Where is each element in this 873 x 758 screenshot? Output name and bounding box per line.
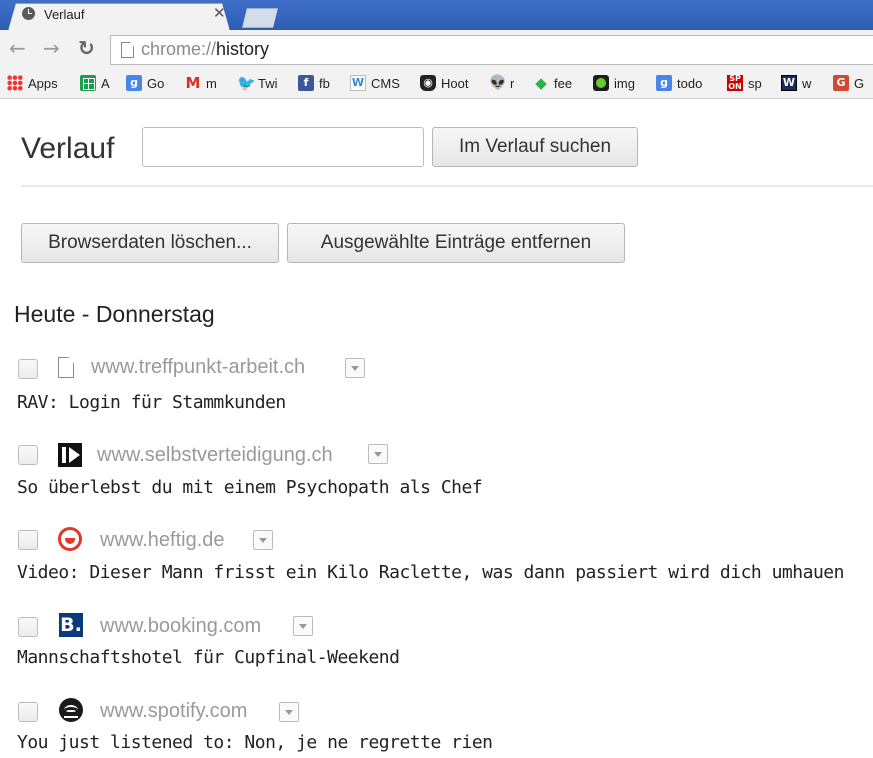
clear-browsing-data-button[interactable]: Browserdaten löschen... — [21, 223, 279, 263]
facebook-icon: f — [298, 75, 314, 91]
bookmark-fb[interactable]: f fb — [298, 74, 330, 92]
bookmark-sp[interactable]: SP ON sp — [727, 74, 762, 92]
entry-title[interactable]: Video: Dieser Mann frisst ein Kilo Racle… — [17, 562, 844, 583]
entry-domain[interactable]: www.treffpunkt-arbeit.ch — [91, 356, 305, 379]
hootsuite-icon: ◉ — [420, 75, 436, 91]
entry-checkbox[interactable] — [18, 617, 38, 637]
reload-icon[interactable]: ↻ — [78, 38, 95, 58]
history-search-input[interactable] — [142, 127, 424, 167]
image-icon — [593, 75, 609, 91]
sheets-icon — [80, 75, 96, 91]
spon-icon: SP ON — [727, 74, 743, 91]
entry-checkbox[interactable] — [18, 702, 38, 722]
heftig-icon — [58, 527, 82, 551]
search-history-button[interactable]: Im Verlauf suchen — [432, 127, 638, 167]
tab-title: Verlauf — [44, 7, 85, 22]
bookmark-img[interactable]: img — [593, 74, 635, 92]
bookmark-hoot[interactable]: ◉ Hoot — [420, 74, 468, 92]
entry-menu-dropdown[interactable] — [368, 444, 388, 464]
entry-menu-dropdown[interactable] — [345, 358, 365, 378]
entry-title[interactable]: You just listened to: Non, je ne regrett… — [17, 732, 493, 753]
bookmark-r[interactable]: 👽 r — [489, 74, 514, 92]
bookmark-m[interactable]: Mm — [185, 74, 217, 92]
new-tab-button[interactable] — [242, 8, 278, 28]
bookmark-fee[interactable]: ◆ fee — [533, 74, 572, 92]
entry-title[interactable]: RAV: Login für Stammkunden — [17, 392, 286, 413]
page-title: Verlauf — [21, 132, 115, 165]
entry-checkbox[interactable] — [18, 530, 38, 550]
entry-menu-dropdown[interactable] — [279, 702, 299, 722]
bookmark-todo[interactable]: g todo — [656, 74, 702, 92]
bookmark-apps[interactable]: Apps — [7, 74, 58, 92]
selbstverteidigung-icon — [58, 443, 82, 467]
entry-menu-dropdown[interactable] — [293, 616, 313, 636]
remove-selected-button[interactable]: Ausgewählte Einträge entfernen — [287, 223, 625, 263]
bookmark-go[interactable]: g Go — [126, 74, 164, 92]
entry-checkbox[interactable] — [18, 359, 38, 379]
google-red-icon: G — [833, 75, 849, 91]
close-tab-icon[interactable]: ✕ — [213, 4, 226, 22]
bookmark-a[interactable]: A — [80, 74, 110, 92]
back-arrow-icon[interactable]: ← — [9, 38, 26, 58]
reddit-icon: 👽 — [489, 75, 507, 91]
entry-title[interactable]: So überlebst du mit einem Psychopath als… — [17, 477, 483, 498]
entry-menu-dropdown[interactable] — [253, 530, 273, 550]
entry-domain[interactable]: www.heftig.de — [100, 529, 225, 552]
twitter-icon: 🐦 — [237, 74, 256, 92]
entry-checkbox[interactable] — [18, 445, 38, 465]
page-icon — [121, 42, 134, 58]
day-header: Heute - Donnerstag — [14, 301, 215, 327]
google-icon: g — [656, 75, 672, 91]
history-clock-icon — [22, 7, 35, 20]
bookmark-g[interactable]: GG — [833, 74, 864, 92]
document-icon — [58, 357, 74, 378]
address-bar[interactable]: chrome://history — [110, 35, 873, 65]
bookmark-twi[interactable]: 🐦 Twi — [237, 74, 278, 92]
booking-icon: B. — [59, 613, 83, 637]
entry-domain[interactable]: www.spotify.com — [100, 700, 247, 723]
forward-arrow-icon[interactable]: → — [43, 38, 60, 58]
gmail-icon: M — [185, 74, 201, 92]
bookmark-w[interactable]: Ww — [781, 74, 811, 92]
w-icon: W — [781, 75, 797, 91]
bookmark-cms[interactable]: W CMS — [350, 74, 400, 92]
apps-icon — [7, 75, 23, 91]
spotify-icon — [59, 698, 83, 722]
url-text: chrome://history — [141, 39, 270, 59]
entry-title[interactable]: Mannschaftshotel für Cupfinal-Weekend — [17, 647, 400, 668]
feedly-icon: ◆ — [535, 74, 547, 92]
divider — [21, 185, 873, 187]
tab-verlauf[interactable] — [8, 3, 230, 31]
entry-domain[interactable]: www.booking.com — [100, 615, 261, 638]
google-icon: g — [126, 75, 142, 91]
w-icon: W — [350, 75, 366, 91]
entry-domain[interactable]: www.selbstverteidigung.ch — [97, 444, 333, 467]
